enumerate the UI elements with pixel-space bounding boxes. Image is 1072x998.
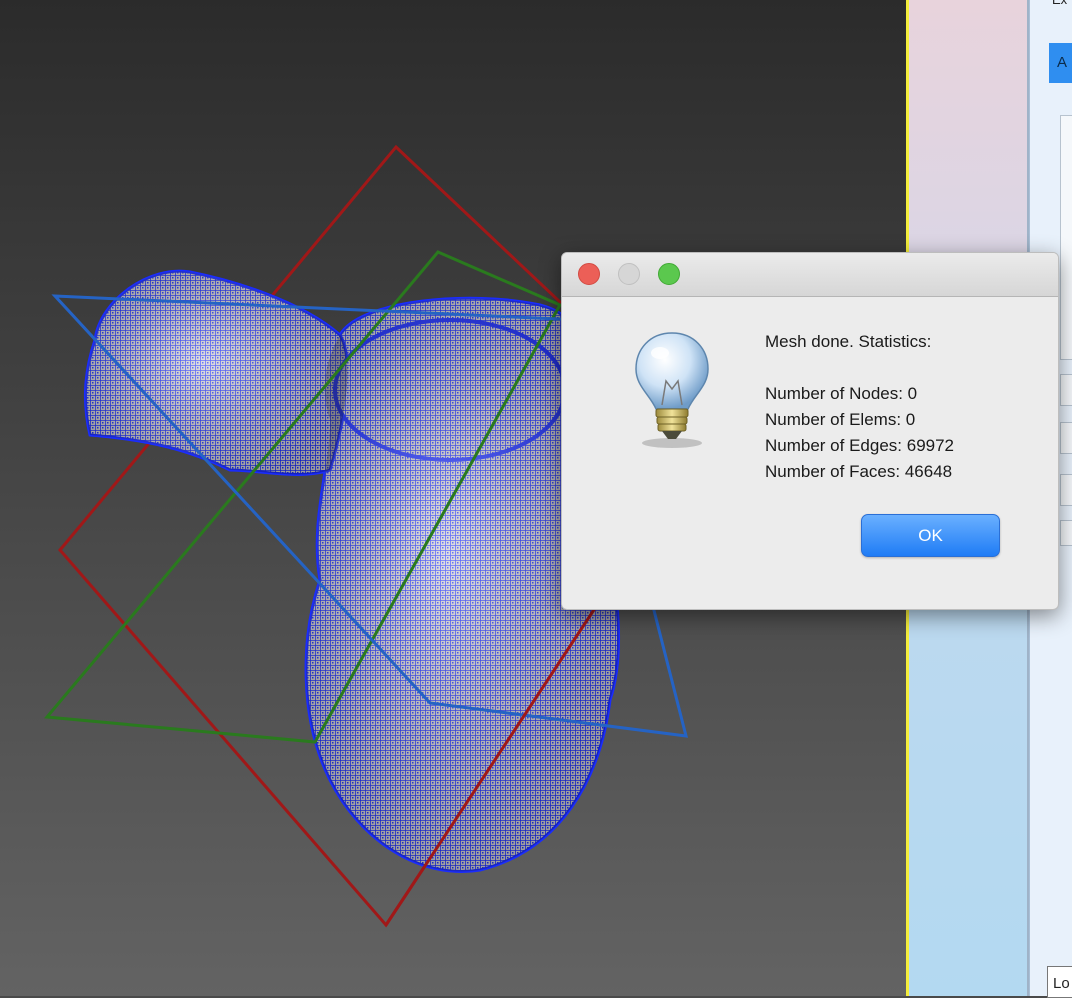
dialog-titlebar[interactable]	[562, 253, 1058, 297]
dialog-message: Mesh done. Statistics: Number of Nodes: …	[765, 329, 1045, 485]
zoom-button[interactable]	[658, 263, 680, 285]
stat-elems: Number of Elems: 0	[765, 410, 916, 429]
ok-button[interactable]: OK	[861, 514, 1000, 557]
stat-faces: Number of Faces: 46648	[765, 462, 953, 481]
lightbulb-icon	[635, 332, 709, 448]
panel-header-label: Ex	[1052, 0, 1067, 7]
panel-list-box[interactable]	[1060, 115, 1072, 360]
panel-field-4[interactable]	[1060, 520, 1072, 546]
stat-edges: Number of Edges: 69972	[765, 436, 955, 455]
message-title: Mesh done. Statistics:	[765, 332, 932, 351]
minimize-button[interactable]	[618, 263, 640, 285]
panel-tab[interactable]: A	[1049, 43, 1072, 83]
panel-field-2[interactable]	[1060, 422, 1072, 454]
mesh-model	[83, 269, 621, 873]
stat-nodes: Number of Nodes: 0	[765, 384, 918, 403]
mesh-statistics-dialog: Mesh done. Statistics: Number of Nodes: …	[561, 252, 1059, 610]
panel-field-1[interactable]	[1060, 374, 1072, 406]
panel-field-3[interactable]	[1060, 474, 1072, 506]
panel-bottom-field[interactable]: Lo	[1047, 966, 1072, 998]
close-button[interactable]	[578, 263, 600, 285]
